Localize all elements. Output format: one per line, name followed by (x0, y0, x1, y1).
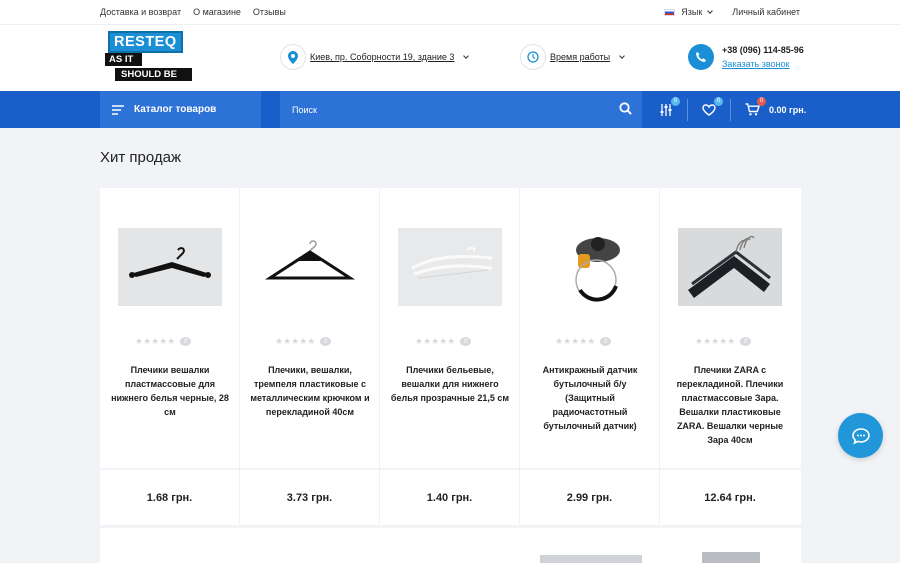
chat-button[interactable] (838, 413, 883, 458)
star-icon: ★★★★★ (415, 336, 456, 346)
callback-link[interactable]: Заказать звонок (722, 57, 804, 71)
language-selector[interactable]: Язык (664, 7, 714, 17)
heart-icon (702, 103, 716, 116)
product-price: 3.73 грн. (240, 470, 380, 525)
review-count: 0 (460, 337, 472, 346)
chevron-down-icon (463, 53, 470, 59)
product-grid: ★★★★★ 0 Плечики вешалки пластмассовые дл… (100, 188, 801, 468)
compare-icon (660, 103, 672, 116)
search-input[interactable]: Поиск (280, 91, 642, 128)
main-nav: Каталог товаров Поиск 0 0 0 0.00 грн. (0, 91, 900, 128)
header: RESTEQ AS IT SHOULD BE Киев, пр. Соборно… (0, 25, 900, 91)
cart-icon (745, 103, 760, 116)
russian-flag-icon (664, 8, 676, 16)
product-card[interactable]: ★★★★★ 0 Антикражный датчик бутылочный б/… (520, 188, 660, 468)
cart-button[interactable]: 0 (741, 96, 766, 120)
product-image[interactable] (118, 228, 222, 306)
product-name[interactable]: Плечики вешалки пластмассовые для нижнег… (110, 363, 230, 419)
star-icon: ★★★★★ (695, 336, 736, 346)
chat-icon (851, 427, 870, 444)
catalog-label: Каталог товаров (134, 104, 217, 115)
star-icon: ★★★★★ (275, 336, 316, 346)
product-card[interactable]: ★★★★★ 0 Плечики бельевые, вешалки для ни… (380, 188, 520, 468)
chevron-down-icon (619, 53, 625, 59)
top-links: Доставка и возврат О магазине Отзывы (100, 7, 286, 17)
nav-icons: 0 0 0 0.00 грн. (655, 91, 806, 128)
product-card[interactable]: ★★★★★ 0 Плечики, вешалки, тремпеля пласт… (240, 188, 380, 468)
product-image[interactable] (538, 228, 642, 306)
clock-icon (520, 44, 546, 70)
product-card[interactable]: ★★★★★ 0 Плечики вешалки пластмассовые дл… (100, 188, 240, 468)
catalog-button[interactable]: Каталог товаров (100, 91, 261, 128)
product-image[interactable] (702, 552, 760, 563)
product-price: 1.40 грн. (380, 470, 520, 525)
compare-button[interactable]: 0 (655, 96, 680, 120)
link-delivery[interactable]: Доставка и возврат (100, 7, 181, 17)
star-icon: ★★★★★ (555, 336, 596, 346)
wishlist-button[interactable]: 0 (698, 96, 723, 120)
search-icon[interactable] (619, 102, 632, 115)
link-about[interactable]: О магазине (193, 7, 241, 17)
product-name[interactable]: Плечики ZARA с перекладиной. Плечики пла… (670, 363, 790, 447)
review-count: 0 (320, 337, 332, 346)
account-link[interactable]: Личный кабинет (732, 7, 800, 17)
logo-text-as-it: AS IT (105, 53, 142, 66)
product-image[interactable] (678, 228, 782, 306)
product-image[interactable] (398, 228, 502, 306)
product-name[interactable]: Плечики бельевые, вешалки для нижнего бе… (390, 363, 510, 405)
logo[interactable]: RESTEQ AS IT SHOULD BE (105, 31, 195, 83)
wishlist-count-badge: 0 (714, 96, 723, 106)
rating-stars: ★★★★★ 0 (135, 336, 192, 347)
product-price: 1.68 грн. (100, 470, 240, 525)
phone-number[interactable]: +38 (096) 114-85-96 (722, 43, 804, 57)
cart-total[interactable]: 0.00 грн. (769, 105, 806, 115)
product-card[interactable]: ★★★★★ 0 Плечики ZARA с перекладиной. Пле… (660, 188, 800, 468)
chevron-down-icon (707, 8, 714, 14)
rating-stars: ★★★★★ 0 (275, 336, 332, 347)
star-icon: ★★★★★ (135, 336, 176, 346)
product-image[interactable] (540, 555, 642, 563)
product-name[interactable]: Антикражный датчик бутылочный б/у (Защит… (530, 363, 650, 433)
product-grid-next-row (100, 528, 801, 563)
phone-block: +38 (096) 114-85-96 Заказать звонок (688, 43, 804, 71)
rating-stars: ★★★★★ 0 (695, 336, 752, 347)
link-reviews[interactable]: Отзывы (253, 7, 286, 17)
top-right: Язык Личный кабинет (664, 7, 800, 17)
map-pin-icon (280, 44, 306, 70)
product-image[interactable] (258, 228, 362, 306)
review-count: 0 (600, 337, 612, 346)
menu-icon (112, 104, 124, 115)
review-count: 0 (740, 337, 752, 346)
phone-text: +38 (096) 114-85-96 Заказать звонок (722, 43, 804, 71)
divider (687, 98, 688, 121)
logo-text-should-be: SHOULD BE (115, 68, 192, 81)
product-price: 12.64 грн. (704, 491, 756, 504)
product-price: 2.99 грн. (520, 470, 660, 525)
address-text: Киев, пр. Соборности 19, здание 3 (310, 52, 455, 62)
phone-icon[interactable] (688, 44, 714, 70)
section-title: Хит продаж (100, 149, 182, 166)
compare-count-badge: 0 (671, 96, 680, 106)
top-bar: Доставка и возврат О магазине Отзывы Язы… (0, 0, 900, 25)
price-row: 1.68 грн. 3.73 грн. 1.40 грн. 2.99 грн. … (100, 470, 801, 525)
language-label: Язык (681, 7, 703, 17)
cart-count-badge: 0 (757, 96, 766, 106)
review-count: 0 (180, 337, 192, 346)
product-name[interactable]: Плечики, вешалки, тремпеля пластиковые с… (250, 363, 370, 419)
rating-stars: ★★★★★ 0 (415, 336, 472, 347)
divider (730, 98, 731, 121)
rating-stars: ★★★★★ 0 (555, 336, 612, 347)
search-placeholder: Поиск (292, 104, 317, 115)
working-hours[interactable]: Время работы (520, 44, 625, 70)
logo-text-resteq: RESTEQ (108, 31, 183, 53)
hours-text: Время работы (550, 52, 611, 62)
store-address[interactable]: Киев, пр. Соборности 19, здание 3 (280, 44, 470, 70)
